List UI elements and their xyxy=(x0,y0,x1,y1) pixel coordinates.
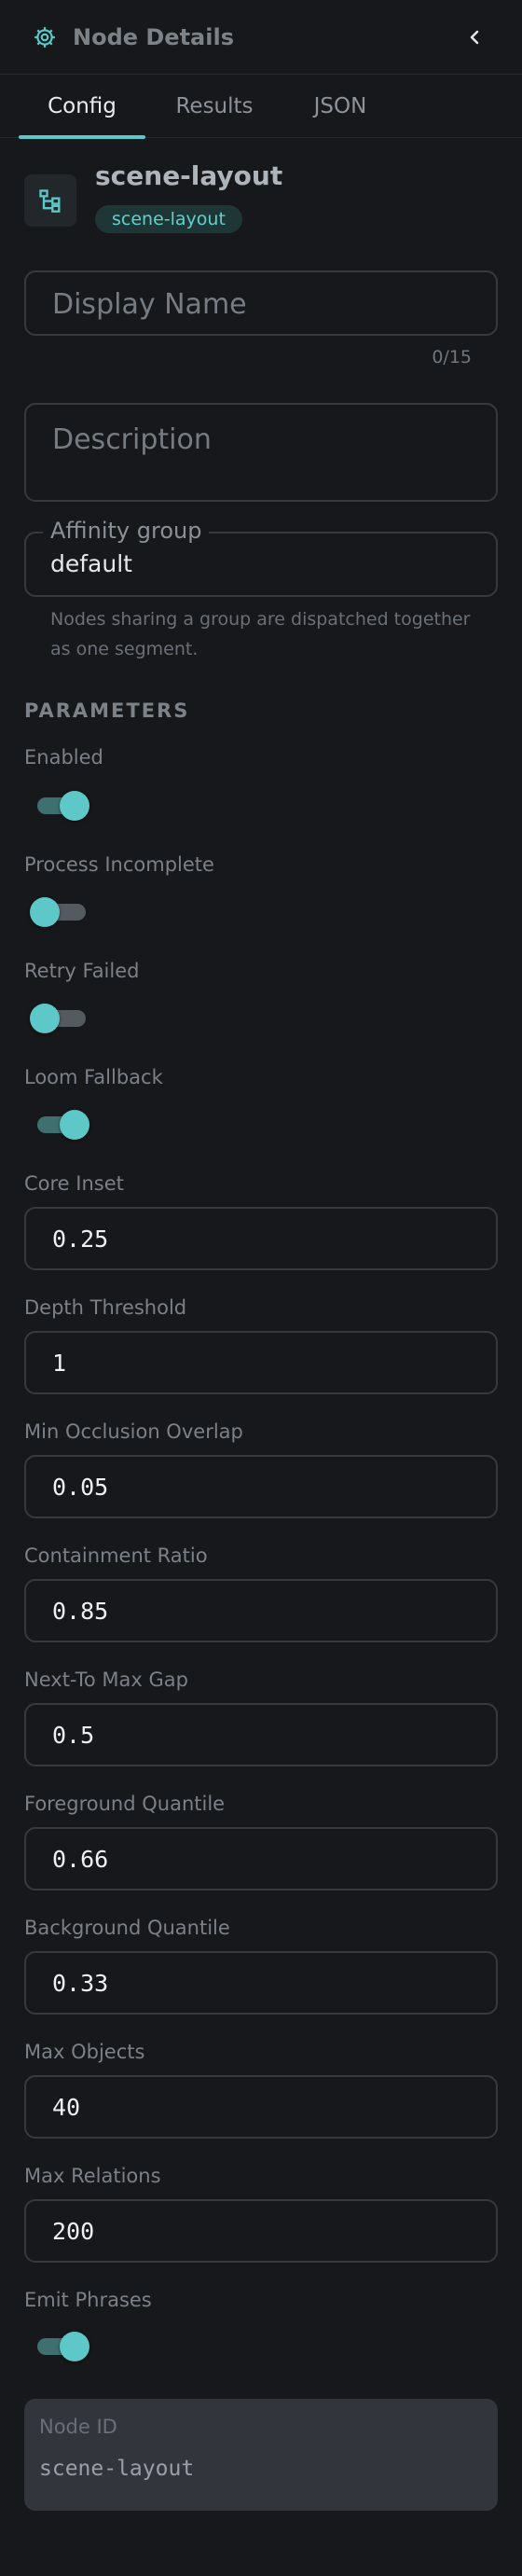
process-incomplete-label: Process Incomplete xyxy=(24,853,214,876)
max-objects-label: Max Objects xyxy=(24,2041,145,2063)
chevron-left-icon[interactable] xyxy=(460,22,490,52)
min-occlusion-overlap-input[interactable]: 0.05 xyxy=(24,1455,498,1518)
tab-results[interactable]: Results xyxy=(158,75,270,138)
loom-fallback-toggle[interactable] xyxy=(34,1106,93,1143)
min-occlusion-overlap-label: Min Occlusion Overlap xyxy=(24,1420,243,1443)
containment-ratio-input[interactable]: 0.85 xyxy=(24,1579,498,1642)
tab-json[interactable]: JSON xyxy=(289,75,392,138)
emit-phrases-label: Emit Phrases xyxy=(24,2289,152,2311)
description-field[interactable]: Description xyxy=(24,403,498,502)
affinity-group-value: default xyxy=(50,550,132,577)
core-inset-label: Core Inset xyxy=(24,1172,124,1195)
display-name-field[interactable]: Display Name xyxy=(24,270,498,336)
description-placeholder: Description xyxy=(52,423,212,456)
tab-config[interactable]: Config xyxy=(19,75,145,139)
display-name-placeholder: Display Name xyxy=(52,288,247,321)
max-objects-input[interactable]: 40 xyxy=(24,2075,498,2139)
loom-fallback-label: Loom Fallback xyxy=(24,1066,163,1088)
display-name-counter: 0/15 xyxy=(432,347,472,367)
panel-title: Node Details xyxy=(73,23,234,50)
node-id-label: Node ID xyxy=(39,2416,117,2438)
foreground-quantile-label: Foreground Quantile xyxy=(24,1793,226,1815)
depth-threshold-label: Depth Threshold xyxy=(24,1296,187,1319)
node-id-box: Node ID scene-layout xyxy=(24,2399,498,2511)
core-inset-input[interactable]: 0.25 xyxy=(24,1207,498,1270)
retry-failed-toggle[interactable] xyxy=(30,1000,93,1037)
foreground-quantile-input[interactable]: 0.66 xyxy=(24,1827,498,1890)
next-to-max-gap-input[interactable]: 0.5 xyxy=(24,1703,498,1766)
max-relations-input[interactable]: 200 xyxy=(24,2199,498,2263)
hierarchy-icon xyxy=(24,174,76,227)
gear-icon xyxy=(30,22,60,52)
depth-threshold-input[interactable]: 1 xyxy=(24,1331,498,1394)
emit-phrases-toggle[interactable] xyxy=(34,2328,93,2365)
enabled-toggle[interactable] xyxy=(34,787,93,824)
retry-failed-label: Retry Failed xyxy=(24,960,140,982)
next-to-max-gap-label: Next-To Max Gap xyxy=(24,1669,188,1691)
parameters-section-header: PARAMETERS xyxy=(24,699,190,722)
background-quantile-input[interactable]: 0.33 xyxy=(24,1951,498,2015)
node-id-value: scene-layout xyxy=(39,2457,195,2481)
node-title: scene-layout xyxy=(95,160,283,191)
affinity-help-text: Nodes sharing a group are dispatched tog… xyxy=(50,609,471,659)
node-type-badge: scene-layout xyxy=(95,205,242,233)
panel-header: Node Details xyxy=(0,0,522,75)
background-quantile-label: Background Quantile xyxy=(24,1917,230,1939)
tab-bar: Config Results JSON xyxy=(0,75,522,139)
max-relations-label: Max Relations xyxy=(24,2165,161,2187)
process-incomplete-toggle[interactable] xyxy=(30,893,93,931)
affinity-group-label: Affinity group xyxy=(43,518,210,544)
containment-ratio-label: Containment Ratio xyxy=(24,1544,208,1567)
enabled-label: Enabled xyxy=(24,746,103,769)
